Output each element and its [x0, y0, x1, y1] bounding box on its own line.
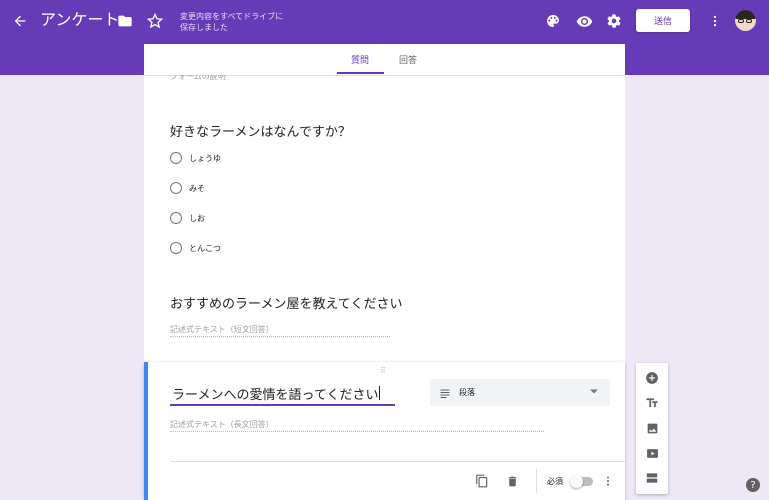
save-status: 変更内容をすべてドライブに保存しました: [180, 12, 284, 32]
add-section-icon[interactable]: [643, 469, 661, 487]
tabs-bar: [144, 44, 625, 75]
form-title[interactable]: アンケート: [40, 9, 119, 31]
long-answer-placeholder: 記述式テキスト（長文回答）: [170, 419, 544, 432]
dropdown-arrow-icon: [590, 389, 598, 394]
paragraph-icon: [439, 387, 451, 399]
radio-button[interactable]: [170, 152, 182, 164]
more-vert-icon[interactable]: [704, 10, 726, 32]
help-icon[interactable]: ?: [746, 478, 760, 492]
card-divider: [170, 461, 625, 462]
add-title-icon[interactable]: [643, 394, 661, 412]
more-vert-icon[interactable]: [599, 472, 617, 490]
tab-responses[interactable]: 回答: [399, 53, 417, 66]
star-icon[interactable]: [144, 10, 166, 32]
radio-option[interactable]: みそ: [170, 181, 205, 195]
required-toggle[interactable]: [570, 475, 593, 488]
drag-handle-icon[interactable]: ⠿: [380, 366, 387, 375]
back-arrow-icon[interactable]: [9, 10, 31, 32]
copy-icon[interactable]: [473, 472, 491, 490]
trash-icon[interactable]: [503, 472, 521, 490]
palette-icon[interactable]: [542, 10, 564, 32]
question-title-text: ラーメンへの愛情を語ってください: [172, 387, 379, 403]
question-type-select[interactable]: 段落: [430, 379, 610, 406]
question-title[interactable]: おすすめのラーメン屋を教えてください: [170, 293, 402, 312]
eye-icon[interactable]: [573, 10, 595, 32]
add-question-icon[interactable]: [643, 369, 661, 387]
add-video-icon[interactable]: [643, 444, 661, 462]
tab-questions[interactable]: 質問: [351, 53, 369, 66]
question-title[interactable]: 好きなラーメンはなんですか？: [170, 121, 351, 140]
option-label: しお: [189, 213, 205, 223]
radio-option[interactable]: しょうゆ: [170, 151, 221, 165]
send-button[interactable]: 送信: [636, 9, 690, 32]
toggle-knob[interactable]: [570, 475, 583, 488]
form-sheet: [144, 75, 625, 362]
short-answer-placeholder: 記述式テキスト（短文回答）: [170, 324, 390, 337]
add-image-icon[interactable]: [643, 419, 661, 437]
question-type-label: 段落: [459, 388, 475, 397]
radio-option[interactable]: とんこつ: [170, 241, 221, 255]
side-toolbar: [636, 363, 668, 494]
option-label: みそ: [189, 183, 205, 193]
active-tab-indicator: [337, 72, 384, 74]
radio-button[interactable]: [170, 242, 182, 254]
radio-option[interactable]: しお: [170, 211, 205, 225]
radio-button[interactable]: [170, 182, 182, 194]
question-title-input[interactable]: ラーメンへの愛情を語ってください: [170, 382, 395, 406]
radio-button[interactable]: [170, 212, 182, 224]
footer-separator: [536, 469, 537, 493]
option-label: しょうゆ: [189, 153, 221, 163]
gear-icon[interactable]: [603, 10, 625, 32]
avatar[interactable]: [735, 10, 756, 31]
required-label: 必須: [547, 477, 563, 486]
option-label: とんこつ: [189, 243, 221, 253]
folder-icon[interactable]: [114, 10, 136, 32]
text-cursor: [379, 386, 381, 400]
